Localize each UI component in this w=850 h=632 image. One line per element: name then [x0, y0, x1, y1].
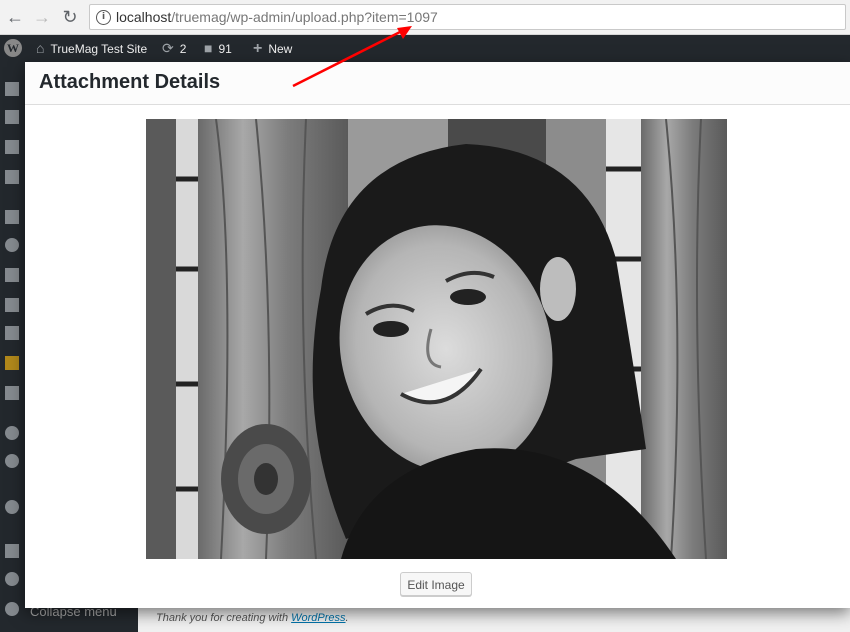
search-icon[interactable]: [5, 426, 19, 440]
gear-icon[interactable]: [5, 500, 19, 514]
plug-icon[interactable]: [5, 268, 19, 282]
attachment-image: [146, 119, 727, 559]
address-bar[interactable]: i localhost/truemag/wp-admin/upload.php?…: [89, 4, 846, 30]
girl-photo-image: [146, 119, 727, 559]
footer-period: .: [345, 612, 349, 624]
plus-icon: +: [253, 40, 263, 57]
flag-icon[interactable]: [5, 140, 19, 154]
modal-header: Attachment Details: [25, 62, 850, 105]
collapse-icon[interactable]: [5, 602, 19, 616]
back-arrow-icon[interactable]: ←: [5, 7, 25, 27]
edit-image-button[interactable]: Edit Image: [400, 572, 472, 596]
comment-icon: ■: [204, 40, 213, 56]
modal-title: Attachment Details: [39, 71, 221, 93]
gear-icon[interactable]: [5, 454, 19, 468]
updates-count: 2: [179, 42, 187, 56]
comments-link[interactable]: ■ 91: [204, 35, 232, 62]
new-content-link[interactable]: + New: [253, 35, 292, 62]
reload-icon[interactable]: ↻: [60, 7, 80, 27]
updates-icon: ⟳: [162, 40, 174, 56]
attachment-details-modal: Attachment Details Edit Image: [25, 62, 850, 608]
wrench-icon[interactable]: [5, 326, 19, 340]
forward-arrow-icon[interactable]: →: [32, 7, 52, 27]
url-path: /truemag/wp-admin/upload.php?item=1097: [171, 9, 438, 25]
heart-icon[interactable]: [5, 356, 19, 370]
wordpress-link[interactable]: WordPress: [291, 612, 345, 624]
site-name-link[interactable]: ⌂ TrueMag Test Site: [36, 35, 147, 62]
url-text: localhost/truemag/wp-admin/upload.php?it…: [116, 9, 438, 25]
site-name: TrueMag Test Site: [50, 42, 148, 56]
users-icon[interactable]: [5, 298, 19, 312]
url-host: localhost: [116, 9, 172, 25]
updates-link[interactable]: ⟳ 2: [162, 35, 186, 62]
home-icon: ⌂: [36, 40, 45, 56]
plugin-icon[interactable]: [5, 238, 19, 252]
admin-sidebar: [0, 62, 25, 632]
list-icon[interactable]: [5, 544, 19, 558]
brush-icon[interactable]: [5, 210, 19, 224]
pin-icon[interactable]: [5, 110, 19, 124]
pin-icon[interactable]: [5, 82, 19, 96]
wp-admin-bar: W ⌂ TrueMag Test Site ⟳ 2 ■ 91 + New: [0, 35, 850, 62]
info-icon[interactable]: i: [96, 10, 111, 25]
footer-text: Thank you for creating with WordPress.: [156, 612, 349, 624]
browser-toolbar: ← → ↻ i localhost/truemag/wp-admin/uploa…: [0, 0, 850, 35]
settings-icon[interactable]: [5, 386, 19, 400]
wordpress-logo-icon[interactable]: W: [4, 39, 22, 57]
footer-message: Thank you for creating with: [156, 612, 292, 624]
comments-count: 91: [218, 42, 232, 56]
gear-icon[interactable]: [5, 572, 19, 586]
new-label: New: [268, 42, 293, 56]
mail-icon[interactable]: [5, 170, 19, 184]
